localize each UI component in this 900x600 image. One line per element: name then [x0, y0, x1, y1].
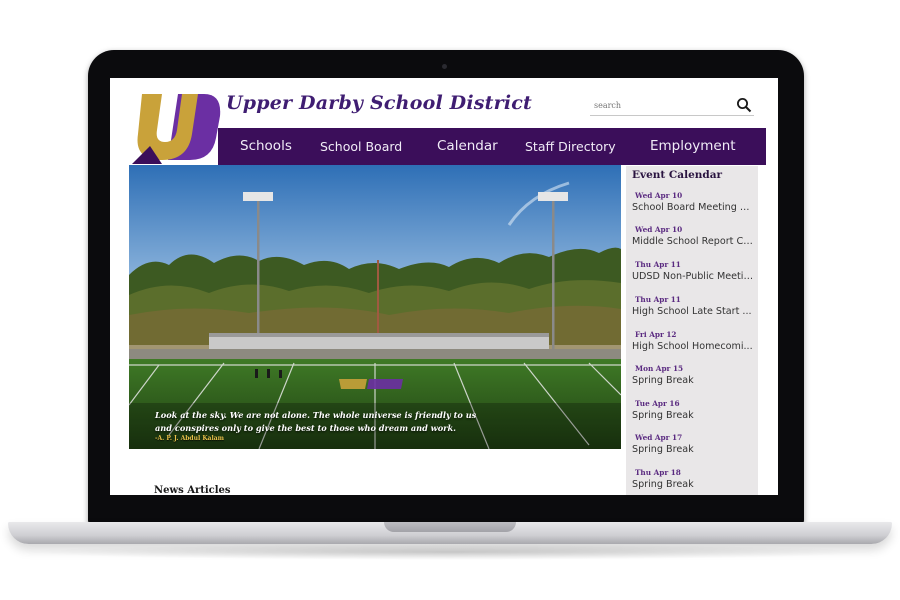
- event-date: Thu Apr 11: [635, 260, 681, 269]
- event-title[interactable]: UDSD Non-Public Meetin...: [632, 271, 756, 282]
- event-calendar-heading: Event Calendar: [632, 169, 723, 181]
- search-icon[interactable]: [736, 97, 752, 113]
- event-title[interactable]: High School Late Start ...: [632, 306, 756, 317]
- event-date: Wed Apr 10: [635, 191, 683, 200]
- laptop-notch: [384, 522, 516, 532]
- event-date: Tue Apr 16: [635, 399, 680, 408]
- event-date: Mon Apr 15: [635, 364, 684, 373]
- event-item[interactable]: Fri Apr 12 High School Homecomi...: [626, 330, 758, 364]
- site-title[interactable]: Upper Darby School District: [226, 92, 532, 114]
- news-articles-heading: News Articles: [154, 485, 231, 495]
- nav-item-staff-directory[interactable]: Staff Directory: [525, 128, 616, 165]
- ud-logo-icon: [132, 94, 221, 164]
- event-item[interactable]: Wed Apr 17 Spring Break: [626, 433, 758, 467]
- webcam: [442, 64, 447, 69]
- laptop-shadow: [20, 544, 880, 560]
- event-date: Wed Apr 10: [635, 225, 683, 234]
- event-date: Fri Apr 12: [635, 330, 677, 339]
- stadium-photo: [129, 165, 621, 449]
- event-date: Thu Apr 18: [635, 468, 681, 477]
- search-box: [590, 95, 754, 116]
- event-item[interactable]: Thu Apr 18 Spring Break: [626, 468, 758, 495]
- nav-item-employment[interactable]: Employment: [650, 128, 736, 165]
- event-item[interactable]: Wed Apr 10 School Board Meeting @...: [626, 191, 758, 225]
- hero-banner: Look at the sky. We are not alone. The w…: [129, 165, 621, 449]
- event-title[interactable]: Spring Break: [632, 444, 756, 455]
- nav-item-school-board[interactable]: School Board: [320, 128, 402, 165]
- event-date: Wed Apr 17: [635, 433, 683, 442]
- event-item[interactable]: Thu Apr 11 UDSD Non-Public Meetin...: [626, 260, 758, 294]
- main-nav: Schools School Board Calendar Staff Dire…: [218, 128, 766, 165]
- search-input[interactable]: [594, 97, 724, 113]
- event-item[interactable]: Mon Apr 15 Spring Break: [626, 364, 758, 398]
- nav-item-calendar[interactable]: Calendar: [437, 128, 498, 165]
- event-item[interactable]: Tue Apr 16 Spring Break: [626, 399, 758, 433]
- browser-screen: Upper Darby School District Schools Scho…: [110, 78, 778, 495]
- event-title[interactable]: Spring Break: [632, 410, 756, 421]
- district-logo[interactable]: [132, 86, 224, 164]
- event-title[interactable]: Spring Break: [632, 375, 756, 386]
- event-title[interactable]: School Board Meeting @...: [632, 202, 756, 213]
- event-calendar: Event Calendar Wed Apr 10 School Board M…: [626, 166, 758, 495]
- hero-quote-author: -A. P. J. Abdul Kalam: [155, 435, 224, 442]
- event-item[interactable]: Wed Apr 10 Middle School Report Ca...: [626, 225, 758, 259]
- event-title[interactable]: Spring Break: [632, 479, 756, 490]
- event-item[interactable]: Thu Apr 11 High School Late Start ...: [626, 295, 758, 329]
- event-date: Thu Apr 11: [635, 295, 681, 304]
- hero-quote: Look at the sky. We are not alone. The w…: [155, 410, 477, 433]
- event-title[interactable]: High School Homecomi...: [632, 341, 756, 352]
- event-title[interactable]: Middle School Report Ca...: [632, 236, 756, 247]
- nav-item-schools[interactable]: Schools: [240, 128, 292, 165]
